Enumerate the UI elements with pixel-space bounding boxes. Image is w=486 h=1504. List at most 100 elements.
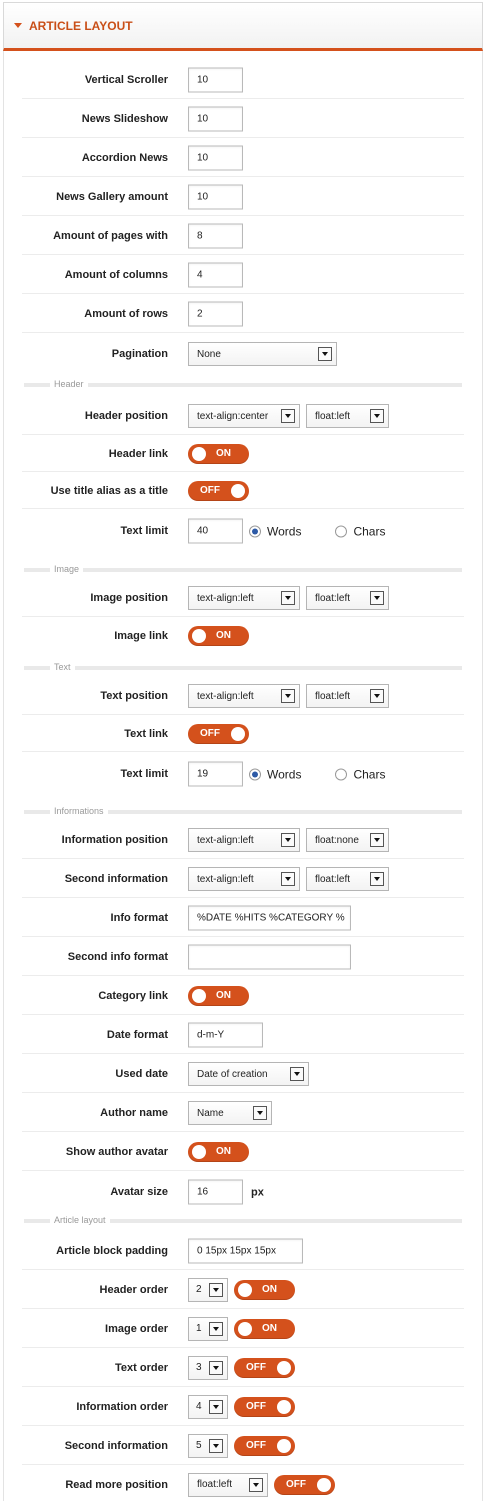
dropdown-arrow-icon[interactable]	[209, 1399, 223, 1414]
second-information-order-value: 5	[196, 1440, 202, 1451]
section-article-layout: Article layout	[24, 1214, 462, 1226]
read-more-float-value: float:left	[197, 1479, 233, 1490]
row-show-author-avatar: Show author avatar ON	[4, 1133, 482, 1171]
image-order-value: 1	[196, 1323, 202, 1334]
read-more-state: OFF	[286, 1478, 306, 1490]
text-order-select[interactable]: 3	[188, 1355, 228, 1380]
section-informations-label: Informations	[50, 805, 108, 817]
news-slideshow-input[interactable]: 10	[188, 106, 243, 132]
avatar-size-input[interactable]: 16	[188, 1179, 243, 1205]
header-float-select[interactable]: float:left	[306, 404, 389, 428]
text-text-limit-input[interactable]: 19	[188, 761, 243, 787]
category-link-toggle[interactable]: ON	[188, 986, 249, 1006]
row-used-date: Used date Date of creation	[4, 1055, 482, 1093]
dropdown-arrow-icon[interactable]	[290, 1067, 304, 1081]
news-gallery-amount-input[interactable]: 10	[188, 184, 243, 210]
read-more-float-select[interactable]: float:left	[188, 1472, 268, 1497]
second-information-order-select[interactable]: 5	[188, 1433, 228, 1458]
information-order-select[interactable]: 4	[188, 1394, 228, 1419]
author-name-select[interactable]: Name	[188, 1101, 272, 1125]
dropdown-arrow-icon[interactable]	[253, 1106, 267, 1120]
dropdown-arrow-icon[interactable]	[249, 1477, 263, 1492]
information-order-toggle[interactable]: OFF	[234, 1396, 295, 1417]
header-align-value: text-align:center	[197, 410, 269, 422]
info-align-select[interactable]: text-align:left	[188, 828, 300, 852]
read-more-toggle[interactable]: OFF	[274, 1474, 335, 1495]
dropdown-arrow-icon[interactable]	[318, 347, 332, 361]
accordion-news-input[interactable]: 10	[188, 145, 243, 171]
dropdown-arrow-icon[interactable]	[370, 689, 384, 703]
header-link-toggle[interactable]: ON	[188, 444, 249, 464]
dropdown-arrow-icon[interactable]	[370, 833, 384, 847]
text-limit-words-radio[interactable]: Words	[249, 767, 301, 781]
text-float-select[interactable]: float:left	[306, 684, 389, 708]
section-text-label: Text	[50, 661, 75, 673]
row-header-position: Header position text-align:center float:…	[4, 397, 482, 435]
amount-pages-label: Amount of pages with	[53, 230, 168, 242]
pagination-select[interactable]: None	[188, 342, 337, 366]
vertical-scroller-input[interactable]: 10	[188, 67, 243, 93]
text-limit-chars-radio[interactable]: Chars	[335, 767, 385, 781]
second-info-format-input[interactable]	[188, 944, 351, 970]
article-layout-panel: Article Layout Vertical Scroller 10 News…	[0, 0, 486, 1501]
amount-pages-input[interactable]: 8	[188, 223, 243, 249]
show-author-avatar-toggle[interactable]: ON	[188, 1142, 249, 1162]
image-float-value: float:left	[315, 592, 351, 604]
info-format-input[interactable]: %DATE %HITS %CATEGORY %	[188, 905, 351, 931]
dropdown-arrow-icon[interactable]	[370, 872, 384, 886]
second-info-align-select[interactable]: text-align:left	[188, 867, 300, 891]
row-vertical-scroller: Vertical Scroller 10	[4, 61, 482, 99]
row-category-link: Category link ON	[4, 977, 482, 1015]
information-order-value: 4	[196, 1401, 202, 1412]
header-limit-chars-radio[interactable]: Chars	[335, 524, 385, 538]
amount-columns-input[interactable]: 4	[188, 262, 243, 288]
row-header-link: Header link ON	[4, 436, 482, 472]
dropdown-arrow-icon[interactable]	[209, 1321, 223, 1336]
header-limit-words-radio[interactable]: Words	[249, 524, 301, 538]
second-info-float-select[interactable]: float:left	[306, 867, 389, 891]
image-link-state: ON	[216, 630, 231, 641]
text-align-select[interactable]: text-align:left	[188, 684, 300, 708]
news-gallery-amount-label: News Gallery amount	[56, 191, 168, 203]
used-date-select[interactable]: Date of creation	[188, 1062, 309, 1086]
dropdown-arrow-icon[interactable]	[209, 1360, 223, 1375]
header-position-label: Header position	[84, 410, 168, 422]
text-align-value: text-align:left	[197, 690, 254, 702]
dropdown-arrow-icon[interactable]	[281, 689, 295, 703]
dropdown-arrow-icon[interactable]	[281, 591, 295, 605]
dropdown-arrow-icon[interactable]	[281, 872, 295, 886]
image-link-toggle[interactable]: ON	[188, 626, 249, 646]
use-title-alias-toggle[interactable]: OFF	[188, 481, 249, 501]
header-order-label: Header order	[99, 1283, 168, 1296]
header-text-limit-input[interactable]: 40	[188, 518, 243, 544]
dropdown-arrow-icon[interactable]	[209, 1438, 223, 1453]
dropdown-arrow-icon[interactable]	[370, 591, 384, 605]
text-link-label: Text link	[124, 728, 168, 740]
section-informations: Informations	[24, 805, 462, 817]
dropdown-arrow-icon[interactable]	[209, 1282, 223, 1297]
information-order-label: Information order	[76, 1400, 168, 1413]
header-align-select[interactable]: text-align:center	[188, 404, 300, 428]
panel-header[interactable]: Article Layout	[3, 2, 483, 51]
section-header-label: Header	[50, 378, 88, 390]
article-block-padding-input[interactable]: 0 15px 15px 15px	[188, 1238, 303, 1263]
accordion-news-label: Accordion News	[81, 152, 168, 164]
dropdown-arrow-icon[interactable]	[281, 833, 295, 847]
date-format-input[interactable]: d-m-Y	[188, 1022, 263, 1048]
image-align-select[interactable]: text-align:left	[188, 586, 300, 610]
row-text-order: Text order 3 OFF	[4, 1348, 482, 1387]
amount-rows-input[interactable]: 2	[188, 301, 243, 327]
image-order-select[interactable]: 1	[188, 1316, 228, 1341]
second-information-order-toggle[interactable]: OFF	[234, 1435, 295, 1456]
image-float-select[interactable]: float:left	[306, 586, 389, 610]
row-news-gallery-amount: News Gallery amount 10	[4, 178, 482, 216]
header-order-toggle[interactable]: ON	[234, 1279, 295, 1300]
text-link-toggle[interactable]: OFF	[188, 724, 249, 744]
info-float-select[interactable]: float:none	[306, 828, 389, 852]
text-order-toggle[interactable]: OFF	[234, 1357, 295, 1378]
header-order-select[interactable]: 2	[188, 1277, 228, 1302]
collapse-caret-icon[interactable]	[14, 23, 22, 28]
dropdown-arrow-icon[interactable]	[370, 409, 384, 423]
dropdown-arrow-icon[interactable]	[281, 409, 295, 423]
image-order-toggle[interactable]: ON	[234, 1318, 295, 1339]
